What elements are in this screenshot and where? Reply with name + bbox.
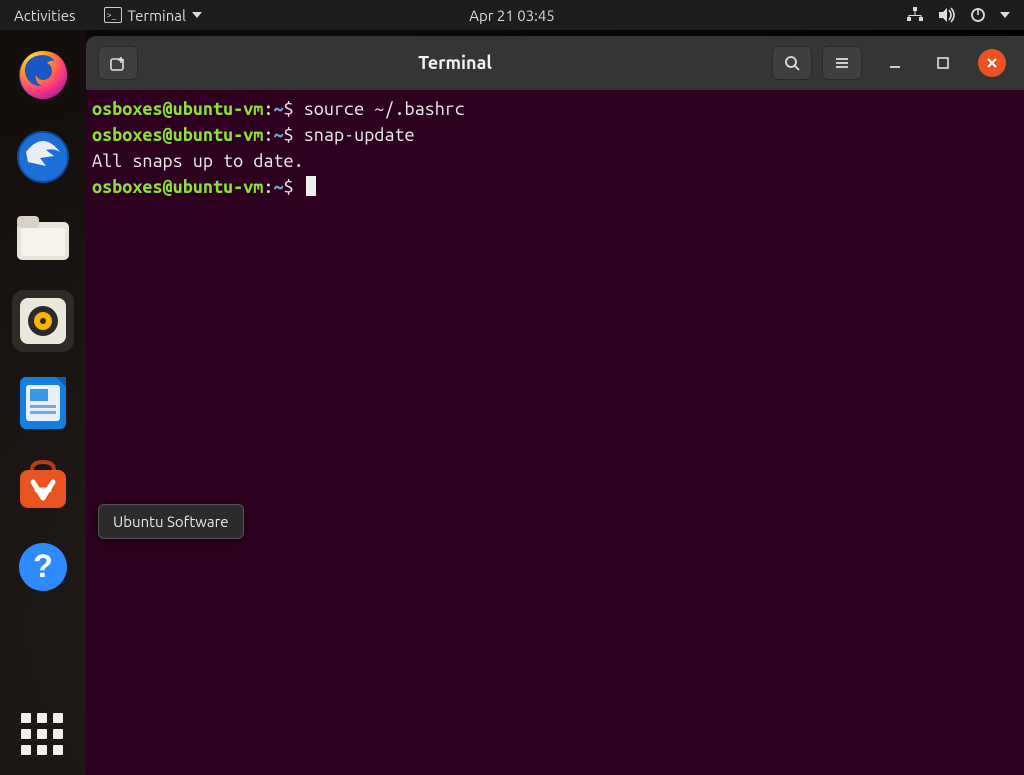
help-icon: ? xyxy=(17,541,69,593)
dock-app-thunderbird[interactable] xyxy=(12,126,74,188)
terminal-line: osboxes@ubuntu-vm:~$ source ~/.bashrc xyxy=(92,96,1018,122)
prompt-symbol: $ xyxy=(284,125,304,145)
thunderbird-icon xyxy=(16,130,70,184)
prompt-path: ~ xyxy=(273,125,283,145)
volume-icon xyxy=(938,7,956,23)
window-titlebar[interactable]: Terminal xyxy=(86,36,1024,90)
chevron-down-icon xyxy=(1000,12,1010,18)
activities-label: Activities xyxy=(14,7,76,24)
topbar-status-area[interactable] xyxy=(906,7,1024,23)
power-icon xyxy=(970,7,986,23)
network-icon xyxy=(906,7,924,23)
prompt-path: ~ xyxy=(273,177,283,197)
terminal-command: source ~/.bashrc xyxy=(304,99,465,119)
prompt-sep: : xyxy=(263,99,273,119)
activities-button[interactable]: Activities xyxy=(0,0,90,30)
close-icon xyxy=(985,56,999,70)
prompt-userhost: osboxes@ubuntu-vm xyxy=(92,125,263,145)
dock-app-help[interactable]: ? xyxy=(12,536,74,598)
terminal-line: osboxes@ubuntu-vm:~$ xyxy=(92,174,1018,200)
dock: ? xyxy=(0,30,86,775)
search-icon xyxy=(783,54,801,72)
prompt-sep: : xyxy=(263,177,273,197)
chevron-down-icon xyxy=(192,12,202,18)
window-title: Terminal xyxy=(148,53,762,73)
search-button[interactable] xyxy=(772,46,812,80)
prompt-userhost: osboxes@ubuntu-vm xyxy=(92,99,263,119)
terminal-glyph-icon xyxy=(104,7,122,23)
terminal-body[interactable]: osboxes@ubuntu-vm:~$ source ~/.bashrcosb… xyxy=(86,90,1024,775)
show-applications-button[interactable] xyxy=(0,713,86,757)
window-close-button[interactable] xyxy=(978,49,1006,77)
window-maximize-button[interactable] xyxy=(930,50,956,76)
maximize-icon xyxy=(936,56,950,70)
terminal-output: All snaps up to date. xyxy=(92,151,304,171)
terminal-line: All snaps up to date. xyxy=(92,148,1018,174)
new-tab-button[interactable] xyxy=(98,46,138,80)
dock-tooltip: Ubuntu Software xyxy=(98,504,244,539)
svg-text:?: ? xyxy=(33,548,53,584)
prompt-userhost: osboxes@ubuntu-vm xyxy=(92,177,263,197)
hamburger-menu-button[interactable] xyxy=(822,46,862,80)
files-icon xyxy=(15,214,71,264)
dock-app-rhythmbox[interactable] xyxy=(12,290,74,352)
libreoffice-writer-icon xyxy=(18,375,68,431)
prompt-path: ~ xyxy=(273,99,283,119)
dock-app-files[interactable] xyxy=(12,208,74,270)
ubuntu-software-icon xyxy=(16,458,70,512)
prompt-sep: : xyxy=(263,125,273,145)
hamburger-icon xyxy=(833,54,851,72)
topbar-app-menu[interactable]: Terminal xyxy=(90,0,216,30)
dock-tooltip-label: Ubuntu Software xyxy=(113,513,229,530)
new-tab-icon xyxy=(109,54,127,72)
minimize-icon xyxy=(888,56,902,70)
prompt-symbol: $ xyxy=(284,99,304,119)
dock-app-libreoffice-writer[interactable] xyxy=(12,372,74,434)
grid-icon xyxy=(21,713,65,757)
dock-app-firefox[interactable] xyxy=(12,44,74,106)
firefox-icon xyxy=(16,48,70,102)
terminal-command: snap-update xyxy=(304,125,415,145)
prompt-symbol: $ xyxy=(284,177,304,197)
dock-app-ubuntu-software[interactable] xyxy=(12,454,74,516)
rhythmbox-icon xyxy=(16,294,70,348)
terminal-line: osboxes@ubuntu-vm:~$ snap-update xyxy=(92,122,1018,148)
top-bar: Activities Terminal Apr 21 03:45 xyxy=(0,0,1024,30)
window-minimize-button[interactable] xyxy=(882,50,908,76)
terminal-cursor xyxy=(306,176,316,196)
terminal-window: Terminal xyxy=(86,36,1024,775)
topbar-app-label: Terminal xyxy=(128,7,186,24)
